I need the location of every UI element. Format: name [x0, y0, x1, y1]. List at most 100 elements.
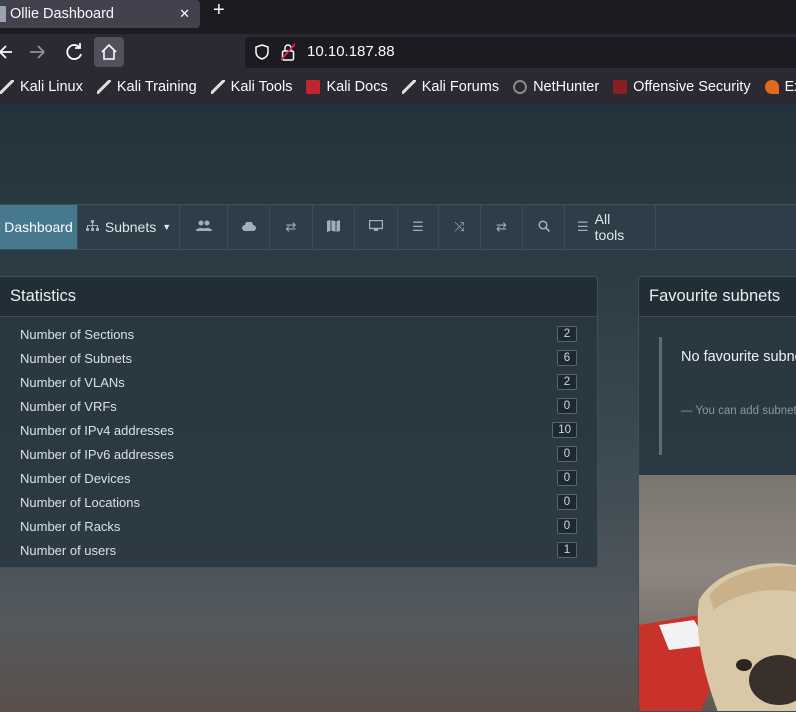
bookmark-label: Kali Tools: [230, 79, 293, 95]
kali-dragon-icon: [210, 80, 225, 94]
count-badge: 0: [557, 518, 577, 534]
list-icon: ☰: [577, 219, 589, 234]
sitemap-icon: [85, 219, 99, 235]
favourite-subnets-title: Favourite subnets: [639, 277, 796, 317]
menu-map[interactable]: [313, 205, 355, 249]
menu-shuffle[interactable]: ⤨: [439, 205, 481, 249]
list-item: Number of Sections 2: [0, 322, 597, 346]
list-item: Number of users 1: [0, 538, 597, 562]
list-item: Number of Subnets 6: [0, 346, 597, 370]
monitor-icon: [368, 219, 384, 235]
bookmark-label: Kali Training: [116, 79, 197, 95]
users-icon: [195, 220, 212, 235]
count-badge: 0: [557, 494, 577, 510]
count-badge: 10: [552, 422, 577, 438]
count-badge: 2: [557, 374, 577, 390]
menu-subnets[interactable]: Subnets ▼: [78, 205, 180, 249]
bookmark-label: NetHunter: [533, 79, 600, 95]
count-badge: 0: [557, 446, 577, 462]
reload-icon[interactable]: [62, 40, 86, 64]
list-icon: ☰: [412, 219, 424, 234]
bookmark-kali-forums[interactable]: Kali Forums: [401, 79, 500, 95]
list-item: Number of IPv6 addresses 0: [0, 442, 597, 466]
main-menu: Dashboard Subnets ▼ ⇄ ☰ ⤨ ⇄ ☰ All tools: [0, 204, 796, 250]
list-item: Number of IPv4 addresses 10: [0, 418, 597, 442]
bookmark-offensive-security[interactable]: Offensive Security: [613, 79, 751, 95]
count-badge: 1: [557, 542, 577, 558]
favourites-hint: — You can add subnets to favourites: [681, 405, 796, 417]
bookmark-label: Offensive Security: [633, 79, 751, 95]
stat-label: Number of VRFs: [20, 398, 117, 414]
stat-label: Number of Locations: [20, 494, 140, 510]
count-badge: 0: [557, 398, 577, 414]
list-item: Number of Devices 0: [0, 466, 597, 490]
back-icon[interactable]: [0, 40, 12, 64]
menu-subnets-label: Subnets: [104, 219, 157, 235]
close-tab-icon[interactable]: ✕: [179, 6, 190, 22]
home-icon[interactable]: [94, 37, 124, 67]
bookmark-kali-docs[interactable]: Kali Docs: [306, 79, 388, 95]
bookmark-label: Exploit: [784, 79, 796, 95]
bookmarks-toolbar: Kali Linux Kali Training Kali Tools Kali…: [0, 70, 796, 104]
stat-label: Number of IPv4 addresses: [20, 422, 174, 438]
nethunter-icon: [513, 80, 528, 94]
shield-icon[interactable]: [255, 44, 269, 60]
stat-label: Number of VLANs: [20, 374, 125, 390]
offsec-icon: [613, 80, 628, 94]
page-content: Dashboard Subnets ▼ ⇄ ☰ ⤨ ⇄ ☰ All tools …: [0, 104, 796, 712]
list-item: Number of Racks 0: [0, 514, 597, 538]
shuffle-icon: ⤨: [454, 219, 465, 234]
search-icon: [537, 219, 550, 235]
menu-dashboard[interactable]: Dashboard: [0, 205, 78, 249]
statistics-panel: Statistics Number of Sections 2 Number of…: [0, 276, 598, 568]
kali-dragon-icon: [96, 80, 111, 94]
kali-dragon-icon: [401, 80, 416, 94]
cloud-icon: [241, 220, 256, 235]
menu-list[interactable]: ☰: [398, 205, 439, 249]
insecure-lock-icon[interactable]: [280, 43, 296, 61]
bookmark-nethunter[interactable]: NetHunter: [513, 79, 599, 95]
stat-label: Number of Sections: [20, 326, 135, 342]
url-text[interactable]: 10.10.187.88: [307, 43, 395, 60]
count-badge: 0: [557, 470, 577, 486]
menu-cloud[interactable]: [228, 205, 270, 249]
exchange-icon: ⇄: [496, 219, 507, 234]
bookmark-exploit[interactable]: Exploit: [764, 79, 796, 95]
new-tab-button[interactable]: +: [213, 0, 225, 22]
tab-strip: Ollie Dashboard ✕ +: [0, 0, 796, 34]
count-badge: 2: [557, 326, 577, 342]
arrows-icon: ⇄: [285, 219, 297, 234]
stat-label: Number of Devices: [20, 470, 131, 486]
map-icon: [327, 219, 340, 235]
menu-exchange[interactable]: ⇄: [481, 205, 523, 249]
stat-label: Number of Racks: [20, 518, 121, 534]
bookmark-kali-tools[interactable]: Kali Tools: [210, 79, 293, 95]
favourites-empty-notice: No favourite subnets — You can add subne…: [659, 337, 796, 455]
menu-dashboard-label: Dashboard: [4, 219, 73, 235]
statistics-title: Statistics: [0, 277, 597, 317]
navigation-toolbar: 10.10.187.88: [0, 34, 796, 70]
forward-icon[interactable]: [28, 40, 48, 64]
menu-search[interactable]: [523, 205, 565, 249]
chevron-down-icon: ▼: [162, 222, 172, 232]
menu-all-tools[interactable]: ☰ All tools: [565, 205, 656, 249]
bookmark-label: Kali Forums: [421, 79, 500, 95]
count-badge: 6: [557, 350, 577, 366]
menu-all-tools-label: All tools: [594, 211, 625, 243]
menu-users[interactable]: [180, 205, 228, 249]
list-item: Number of VLANs 2: [0, 370, 597, 394]
stat-label: Number of users: [20, 542, 117, 558]
menu-devices[interactable]: [355, 205, 398, 249]
bookmark-kali-linux[interactable]: Kali Linux: [0, 79, 83, 95]
list-item: Number of VRFs 0: [0, 394, 597, 418]
bookmark-kali-training[interactable]: Kali Training: [96, 79, 197, 95]
dog-photo: [639, 475, 796, 711]
statistics-list: Number of Sections 2 Number of Subnets 6 N…: [0, 317, 597, 562]
url-bar[interactable]: 10.10.187.88: [245, 37, 796, 68]
stat-label: Number of IPv6 addresses: [20, 446, 174, 462]
stat-label: Number of Subnets: [20, 350, 133, 366]
bookmark-label: Kali Docs: [326, 79, 388, 95]
menu-arrows[interactable]: ⇄: [270, 205, 313, 249]
docs-icon: [306, 80, 321, 94]
browser-tab[interactable]: Ollie Dashboard ✕: [0, 0, 200, 28]
